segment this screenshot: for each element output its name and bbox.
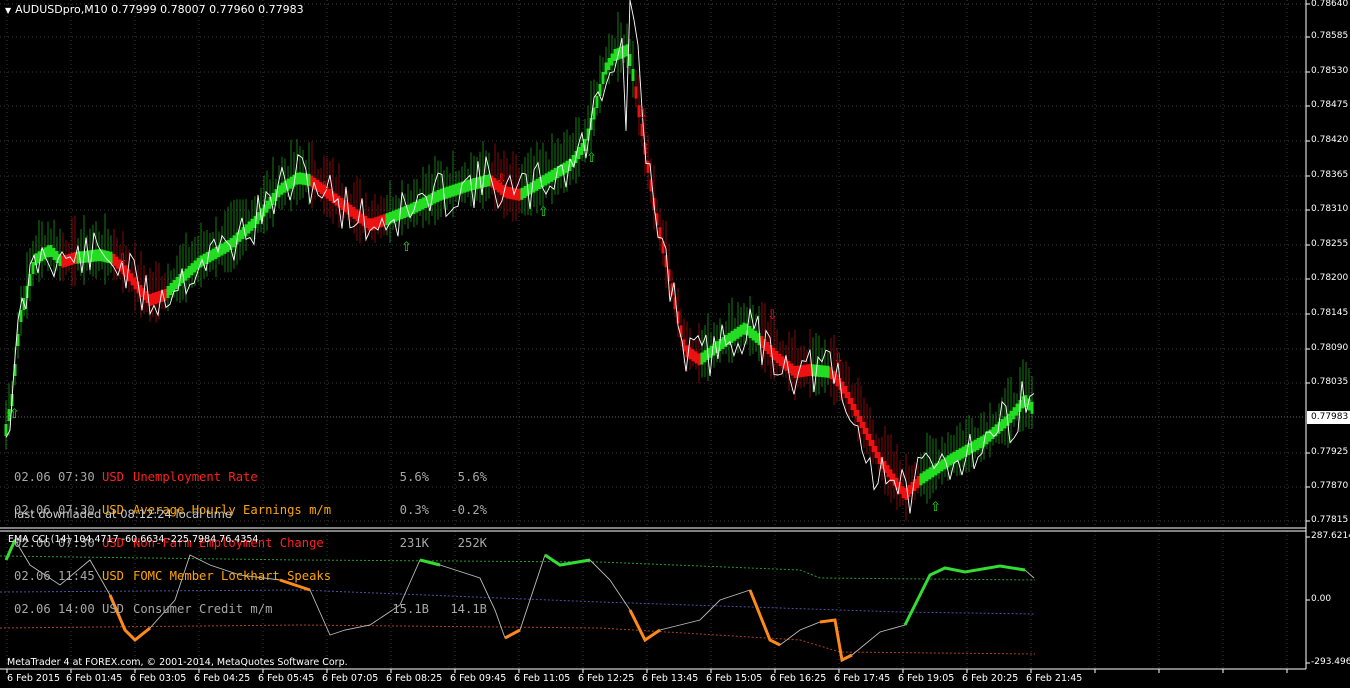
news-forecast — [429, 571, 487, 582]
price-tick: 0.78145 — [1311, 308, 1349, 318]
price-tick: 0.78365 — [1311, 170, 1349, 180]
time-tick: 6 Feb 07:05 — [322, 673, 379, 684]
news-event: FOMC Member Lockhart Speaks — [133, 569, 332, 583]
time-tick: 6 Feb 03:05 — [130, 673, 187, 684]
symbol-header-text: AUDUSDpro,M10 0.77999 0.78007 0.77960 0.… — [15, 3, 304, 16]
price-plot — [0, 0, 1305, 521]
down-arrow-icon: ⇩ — [496, 172, 507, 187]
news-row: 02.06 14:00 USD Consumer Credit m/m 15.1B 14… — [14, 602, 487, 616]
cci-down-segment — [628, 609, 661, 643]
news-actual: 5.6% — [399, 470, 429, 484]
cci-down-segment — [504, 628, 521, 640]
up-arrow-icon: ⇧ — [401, 240, 412, 255]
news-currency: USD — [102, 602, 125, 616]
news-event: Consumer Credit m/m — [133, 602, 273, 616]
current-price-label: 0.77983 — [1307, 411, 1350, 424]
time-tick: 6 Feb 20:25 — [962, 673, 1019, 684]
news-forecast: 252K — [457, 536, 487, 550]
news-datetime: 02.06 11:45 — [14, 569, 95, 583]
news-datetime: 02.06 07:30 — [14, 470, 95, 484]
price-tick: 0.78090 — [1311, 343, 1349, 353]
price-tick: 0.78420 — [1311, 135, 1349, 145]
time-tick: 6 Feb 2015 — [7, 673, 61, 684]
time-tick: 6 Feb 08:25 — [386, 673, 443, 684]
cci-tick: 287.6214 — [1311, 531, 1350, 541]
news-currency: USD — [102, 470, 125, 484]
up-arrow-icon: ⇧ — [930, 500, 941, 515]
up-arrow-icon: ⇧ — [9, 407, 20, 422]
time-tick: 6 Feb 15:05 — [706, 673, 763, 684]
price-tick: 0.78475 — [1311, 100, 1349, 110]
down-arrow-icon: ⇩ — [637, 107, 648, 122]
price-tick: 0.78200 — [1311, 273, 1349, 283]
news-datetime: 02.06 14:00 — [14, 602, 95, 616]
news-row: 02.06 07:30 USD Unemployment Rate 5.6% 5.6% — [14, 470, 487, 484]
time-tick: 6 Feb 19:05 — [898, 673, 955, 684]
price-tick: 0.77925 — [1311, 447, 1349, 457]
price-tick: 0.78310 — [1311, 204, 1349, 214]
cci-down-segment — [748, 589, 781, 647]
dropdown-triangle-icon[interactable]: ▼ — [5, 6, 11, 15]
up-arrow-icon: ⇧ — [586, 151, 597, 166]
time-tick: 6 Feb 05:45 — [258, 673, 315, 684]
price-tick: 0.78640 — [1311, 0, 1349, 9]
indicator-header[interactable]: EMA CCI (14) 104.4717 -60.6634 -225.7984… — [8, 534, 258, 545]
price-tick: 0.77815 — [1311, 515, 1349, 525]
price-tick: 0.78035 — [1311, 377, 1349, 387]
time-tick: 6 Feb 13:45 — [642, 673, 699, 684]
time-tick: 6 Feb 01:45 — [66, 673, 123, 684]
down-arrow-icon: ⇩ — [767, 308, 778, 323]
chart-window[interactable]: ⇧ ⇧ ⇧ ⇧ ⇧ ⇩ ⇩ ⇩ ⇩ ⇩ ⇩ ▼ AUDUSDpro,M10 0.77999 0.780… — [0, 0, 1350, 688]
time-tick: 6 Feb 09:45 — [450, 673, 507, 684]
price-line — [5, 0, 1035, 514]
news-event: Unemployment Rate — [133, 470, 258, 484]
price-tick: 0.78530 — [1311, 66, 1349, 76]
download-status: last downladed at 08:12:24 local time — [14, 507, 232, 521]
news-actual — [385, 571, 429, 582]
news-actual: 0.3% — [399, 503, 429, 517]
cci-tick: -293.4967 — [1311, 657, 1350, 667]
price-tick: 0.78585 — [1311, 31, 1349, 41]
down-arrow-icon: ⇩ — [117, 252, 128, 267]
cci-up-segment — [903, 564, 1026, 626]
cci-down-segment — [819, 618, 853, 663]
symbol-header[interactable]: ▼ AUDUSDpro,M10 0.77999 0.78007 0.77960 0… — [5, 3, 304, 16]
time-tick: 6 Feb 17:45 — [834, 673, 891, 684]
news-currency: USD — [102, 569, 125, 583]
time-tick: 6 Feb 12:25 — [578, 673, 635, 684]
down-arrow-icon: ⇩ — [833, 352, 844, 367]
news-actual: 15.1B — [392, 602, 429, 616]
down-arrow-icon: ⇩ — [319, 180, 330, 195]
news-actual: 231K — [399, 536, 429, 550]
copyright-text: MetaTrader 4 at FOREX.com, © 2001-2014, … — [7, 657, 348, 668]
time-tick: 6 Feb 16:25 — [770, 673, 827, 684]
news-forecast: 5.6% — [457, 470, 487, 484]
up-arrow-icon: ⇧ — [538, 205, 549, 220]
time-tick: 6 Feb 11:05 — [514, 673, 571, 684]
news-forecast: 14.1B — [450, 602, 487, 616]
news-forecast: -0.2% — [450, 503, 487, 517]
cci-tick: 0.00 — [1311, 594, 1332, 604]
time-tick: 6 Feb 21:45 — [1026, 673, 1083, 684]
price-tick: 0.77870 — [1311, 481, 1349, 491]
news-row: 02.06 11:45 USD FOMC Member Lockhart Speak… — [14, 569, 487, 583]
price-tick: 0.78255 — [1311, 239, 1349, 249]
time-tick: 6 Feb 04:25 — [194, 673, 251, 684]
